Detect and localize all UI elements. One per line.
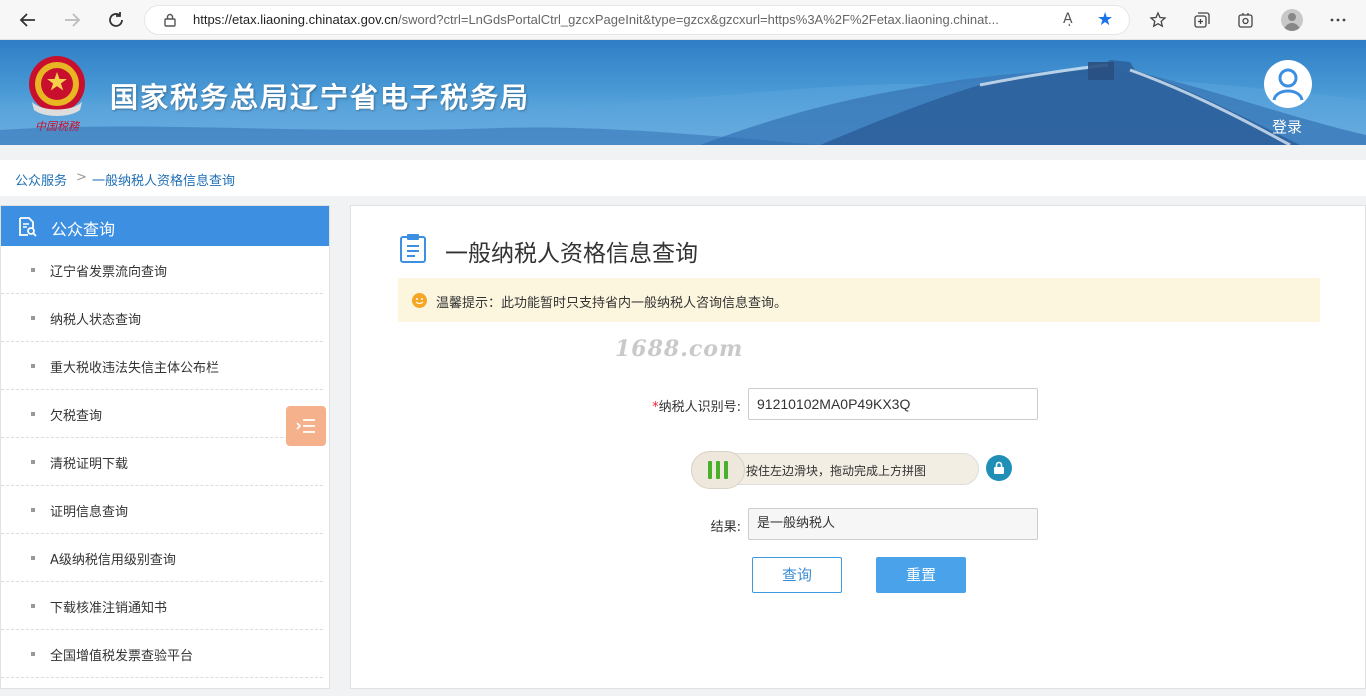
sidebar-item-tax-violations[interactable]: 重大税收违法失信主体公布栏 (1, 342, 323, 390)
site-title: 国家税务总局辽宁省电子税务局 (110, 81, 531, 114)
slider-hint: 按住左边滑块，拖动完成上方拼图 (746, 464, 927, 478)
bullet (31, 460, 35, 464)
slider-handle[interactable] (691, 451, 745, 489)
breadcrumb-current[interactable]: 一般纳税人资格信息查询 (92, 170, 235, 189)
url-text[interactable]: https://etax.liaoning.chinatax.gov.cn/sw… (193, 12, 1053, 27)
sidebar-item-label: 下载核准注销通知书 (50, 601, 168, 616)
indent-menu-icon (296, 419, 315, 433)
read-aloud-icon[interactable]: Aͅ (1063, 11, 1073, 27)
result-field: 是一般纳税人 (748, 508, 1038, 540)
clipboard-list-icon (400, 234, 426, 263)
sidebar-item-taxpayer-status[interactable]: 纳税人状态查询 (1, 294, 323, 342)
site-banner: 中国税務 国家税务总局辽宁省电子税务局 登录 (0, 40, 1366, 145)
query-button[interactable]: 查询 (752, 557, 842, 593)
user-login-icon[interactable] (1264, 60, 1312, 108)
breadcrumb-separator: > (76, 170, 87, 185)
extensions-icon[interactable] (1232, 6, 1260, 34)
notice-banner: 温馨提示：此功能暂时只支持省内一般纳税人咨询信息查询。 (398, 278, 1320, 322)
sidebar-item-deregistration-notice[interactable]: 下载核准注销通知书 (1, 582, 323, 630)
reset-button[interactable]: 重置 (876, 557, 966, 593)
sidebar-item-clearance-certificate[interactable]: 清税证明下载 (1, 438, 323, 486)
collections-icon[interactable] (1188, 6, 1216, 34)
sidebar-header[interactable]: 公众查询 (1, 206, 329, 246)
browser-toolbar: https://etax.liaoning.chinatax.gov.cn/sw… (0, 0, 1366, 40)
bullet (31, 652, 35, 656)
smile-icon (412, 293, 427, 308)
more-icon[interactable] (1324, 6, 1352, 34)
address-bar[interactable]: https://etax.liaoning.chinatax.gov.cn/sw… (144, 5, 1130, 35)
sidebar-item-invoice-verification[interactable]: 全国增值税发票查验平台 (1, 630, 323, 678)
back-icon[interactable] (14, 6, 42, 34)
menu-toggle-button[interactable] (286, 406, 326, 446)
taxpayer-id-label: *纳税人识别号: (652, 400, 741, 415)
sidebar-item-invoice-flow[interactable]: 辽宁省发票流向查询 (1, 246, 323, 294)
bullet (31, 364, 35, 368)
bullet (31, 412, 35, 416)
lock-icon (986, 455, 1012, 481)
taxpayer-id-input[interactable]: 91210102MA0P49KX3Q (748, 388, 1038, 420)
result-label: 结果: (710, 520, 741, 535)
notice-text: 温馨提示：此功能暂时只支持省内一般纳税人咨询信息查询。 (436, 296, 788, 311)
refresh-icon[interactable] (102, 6, 130, 34)
favorites-icon[interactable] (1144, 6, 1172, 34)
bullet (31, 508, 35, 512)
profile-icon[interactable] (1281, 9, 1303, 31)
bullet (31, 316, 35, 320)
sidebar-item-label: 欠税查询 (50, 409, 103, 424)
lock-icon (164, 13, 176, 27)
breadcrumb-home-link[interactable]: 公众服务 (15, 170, 67, 189)
sidebar-item-label: 清税证明下载 (50, 457, 129, 472)
captcha-slider[interactable]: 按住左边滑块，拖动完成上方拼图 (691, 451, 979, 489)
main-panel: 一般纳税人资格信息查询 温馨提示：此功能暂时只支持省内一般纳税人咨询信息查询。 … (350, 205, 1366, 689)
sidebar-title: 公众查询 (51, 220, 116, 239)
breadcrumb: 公众服务 > 一般纳税人资格信息查询 (0, 160, 1366, 196)
sidebar-item-credit-rating[interactable]: A级纳税信用级别查询 (1, 534, 323, 582)
page-title: 一般纳税人资格信息查询 (445, 241, 698, 267)
sidebar-item-certificate-info[interactable]: 证明信息查询 (1, 486, 323, 534)
sidebar-item-label: 纳税人状态查询 (50, 313, 142, 328)
favorite-star-icon[interactable]: ★ (1097, 9, 1113, 30)
document-search-icon (19, 217, 37, 237)
watermark: 1688.com (615, 336, 744, 362)
sidebar-item-label: 全国增值税发票查验平台 (50, 649, 194, 664)
sidebar-item-tax-arrears[interactable]: 欠税查询 (1, 390, 323, 438)
login-link[interactable]: 登录 (1272, 116, 1302, 137)
bullet (31, 556, 35, 560)
sidebar: 公众查询 辽宁省发票流向查询 纳税人状态查询 重大税收违法失信主体公布栏 欠税查… (0, 205, 330, 689)
forward-icon[interactable] (58, 6, 86, 34)
svg-text:中国税務: 中国税務 (35, 120, 81, 133)
bullet (31, 604, 35, 608)
tax-emblem-logo: 中国税務 (29, 56, 85, 133)
sidebar-item-label: 证明信息查询 (50, 505, 129, 520)
sidebar-item-label: A级纳税信用级别查询 (50, 553, 176, 568)
sidebar-item-label: 辽宁省发票流向查询 (50, 265, 168, 280)
bullet (31, 268, 35, 272)
sidebar-item-label: 重大税收违法失信主体公布栏 (50, 361, 220, 376)
